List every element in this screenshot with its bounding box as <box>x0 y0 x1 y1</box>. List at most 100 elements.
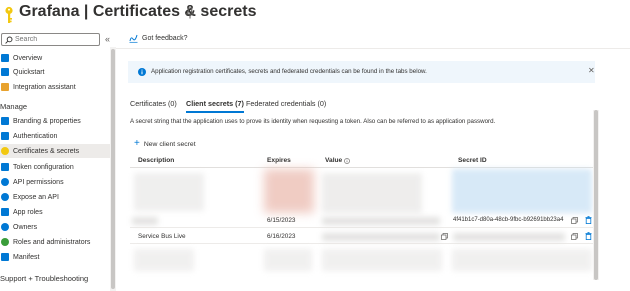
info-icon <box>344 157 351 164</box>
sidebar-item-label: Authentication <box>13 132 58 140</box>
sidebar-item-label: Owners <box>13 223 38 231</box>
copy-icon[interactable] <box>571 233 578 240</box>
redacted-row-block <box>134 249 194 271</box>
sidebar-item-label: App roles <box>13 208 43 216</box>
cloud-icon <box>1 193 9 201</box>
column-header-expires[interactable]: Expires <box>267 157 291 164</box>
table-header-divider <box>130 167 595 168</box>
more-options-icon[interactable]: ··· <box>200 3 215 17</box>
column-header-secret-id[interactable]: Secret ID <box>458 157 487 164</box>
delete-icon[interactable] <box>585 232 592 240</box>
redacted-row-block <box>322 249 442 271</box>
sidebar-item-authentication[interactable]: Authentication <box>0 129 110 143</box>
plus-icon: + <box>134 138 140 149</box>
key-icon <box>5 6 13 23</box>
copy-icon[interactable] <box>441 233 448 240</box>
copy-icon[interactable] <box>571 217 578 224</box>
feedback-icon <box>129 34 138 43</box>
page-header: Grafana | Certificates & secrets ··· <box>0 0 630 28</box>
search-icon <box>5 36 13 44</box>
sidebar-item-token-configuration[interactable]: Token configuration <box>0 160 110 174</box>
sidebar: « Overview Quickstart Integration assist… <box>0 30 111 291</box>
redacted-row-block <box>264 169 314 213</box>
column-header-value[interactable]: Value <box>325 157 351 164</box>
feedback-label: Got feedback? <box>142 35 188 42</box>
sidebar-item-label: Integration assistant <box>13 83 76 91</box>
column-header-description[interactable]: Description <box>138 157 174 164</box>
app-roles-icon <box>1 208 9 216</box>
page-title: Grafana | Certificates & secrets <box>19 3 257 20</box>
pin-icon[interactable] <box>185 7 195 19</box>
branding-icon <box>1 117 9 125</box>
token-icon <box>1 163 9 171</box>
tab-federated-credentials[interactable]: Federated credentials (0) <box>246 99 326 113</box>
search-input[interactable] <box>15 34 97 45</box>
rocket-icon <box>1 68 9 76</box>
sidebar-item-roles-administrators[interactable]: Roles and administrators <box>0 235 110 249</box>
sidebar-item-app-roles[interactable]: App roles <box>0 205 110 219</box>
info-icon <box>138 68 146 76</box>
redacted-row-block <box>264 249 312 271</box>
owners-icon <box>1 223 9 231</box>
secret-id-cell: 4f41b1c7-d80a-48cb-9fbc-b92691bb23a4 <box>453 217 564 223</box>
redacted-row-block <box>452 249 592 271</box>
tab-client-secrets[interactable]: Client secrets (7) <box>186 99 244 113</box>
sidebar-item-label: Expose an API <box>13 193 59 201</box>
collapse-sidebar-icon[interactable]: « <box>105 34 110 44</box>
feedback-button[interactable]: Got feedback? <box>129 34 188 43</box>
sidebar-scrollbar-thumb[interactable] <box>111 49 115 289</box>
sidebar-item-owners[interactable]: Owners <box>0 220 110 234</box>
sidebar-scrollbar[interactable] <box>110 47 116 291</box>
command-bar: Got feedback? <box>116 30 630 49</box>
authentication-icon <box>1 132 9 140</box>
new-client-secret-button[interactable]: + New client secret <box>134 138 196 149</box>
sidebar-search[interactable] <box>1 33 100 46</box>
manifest-icon <box>1 253 9 261</box>
redacted-description <box>132 217 158 225</box>
sidebar-item-label: API permissions <box>13 178 64 186</box>
sidebar-item-label: Quickstart <box>13 68 45 76</box>
sidebar-item-label: Token configuration <box>13 163 74 171</box>
redacted-secret-id <box>453 233 565 241</box>
client-secrets-description: A secret string that the application use… <box>130 118 496 125</box>
sidebar-item-label: Overview <box>13 54 43 62</box>
sidebar-item-label: Branding & properties <box>13 117 81 125</box>
expires-cell: 6/15/2023 <box>267 217 296 224</box>
close-icon[interactable]: ✕ <box>588 66 595 75</box>
main-scrollbar[interactable] <box>593 110 599 280</box>
redacted-value <box>322 217 440 225</box>
info-banner-text: Application registration certificates, s… <box>151 68 427 75</box>
sidebar-item-api-permissions[interactable]: API permissions <box>0 175 110 189</box>
roles-icon <box>1 238 9 246</box>
new-client-secret-label: New client secret <box>143 140 196 148</box>
key-icon <box>1 147 9 155</box>
redacted-row-block <box>322 173 422 213</box>
rocket-icon <box>1 83 9 91</box>
column-header-value-label: Value <box>325 157 343 164</box>
redacted-row-block <box>134 173 204 211</box>
sidebar-item-label: Manifest <box>13 253 40 261</box>
sidebar-item-overview[interactable]: Overview <box>0 51 110 65</box>
manage-heading: Manage <box>0 102 28 111</box>
table-row[interactable]: 6/15/2023 4f41b1c7-d80a-48cb-9fbc-b92691… <box>130 214 595 228</box>
sidebar-item-certificates-secrets[interactable]: Certificates & secrets <box>0 144 110 158</box>
sidebar-item-integration-assistant[interactable]: Integration assistant <box>0 80 110 94</box>
sidebar-item-label: Roles and administrators <box>13 238 91 246</box>
table-row[interactable]: Service Bus Live 6/16/2023 <box>130 230 595 244</box>
redacted-row-block <box>452 169 592 213</box>
sidebar-item-branding[interactable]: Branding & properties <box>0 114 110 128</box>
sidebar-item-manifest[interactable]: Manifest <box>0 250 110 264</box>
expires-cell: 6/16/2023 <box>267 233 296 240</box>
sidebar-item-expose-api[interactable]: Expose an API <box>0 190 110 204</box>
sidebar-item-quickstart[interactable]: Quickstart <box>0 65 110 79</box>
description-cell: Service Bus Live <box>138 233 186 240</box>
secret-tabs: Certificates (0) Client secrets (7) Fede… <box>130 99 430 115</box>
main-scrollbar-thumb[interactable] <box>594 110 598 280</box>
grid-icon <box>1 54 9 62</box>
redacted-value <box>322 233 440 241</box>
support-heading: Support + Troubleshooting <box>0 274 89 283</box>
tab-certificates[interactable]: Certificates (0) <box>130 99 177 113</box>
main-content: Application registration certificates, s… <box>122 53 596 291</box>
delete-icon[interactable] <box>585 216 592 224</box>
sidebar-item-label: Certificates & secrets <box>13 147 80 155</box>
